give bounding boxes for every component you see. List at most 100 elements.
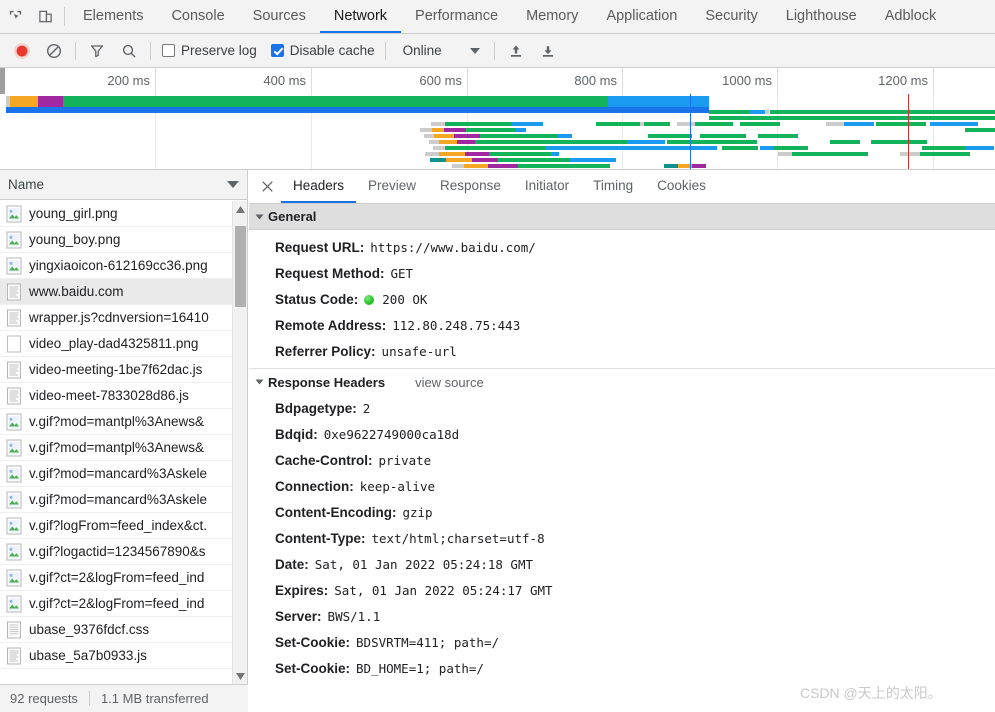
- header-row: Content-Type: text/html;charset=utf-8: [249, 525, 995, 551]
- request-row[interactable]: young_boy.png: [0, 227, 247, 253]
- tab-performance[interactable]: Performance: [401, 0, 512, 33]
- request-name-column-header[interactable]: Name: [0, 170, 247, 200]
- tab-console[interactable]: Console: [157, 0, 238, 33]
- waterfall-bar: [445, 122, 511, 126]
- waterfall-bar: [876, 122, 926, 126]
- request-row[interactable]: ubase_5a7b0933.js: [0, 643, 247, 669]
- detail-tab-timing[interactable]: Timing: [581, 170, 645, 203]
- script-icon: [6, 647, 22, 665]
- tab-lighthouse[interactable]: Lighthouse: [772, 0, 871, 33]
- chevron-down-icon[interactable]: [227, 181, 239, 188]
- waterfall-bar: [498, 158, 570, 162]
- ruler-divider: [311, 68, 312, 94]
- scrollbar-thumb[interactable]: [235, 226, 246, 307]
- header-value: GET: [390, 265, 414, 281]
- detail-tab-response[interactable]: Response: [428, 170, 513, 203]
- tab-network[interactable]: Network: [319, 0, 402, 33]
- chevron-down-icon: [469, 47, 480, 54]
- ruler-tick-label: 800 ms: [574, 73, 617, 88]
- header-row: Request URL: https://www.baidu.com/: [249, 234, 995, 260]
- close-icon[interactable]: [253, 170, 281, 203]
- header-row: Request Method: GET: [249, 260, 995, 286]
- request-row[interactable]: ubase_9376fdcf.css: [0, 617, 247, 643]
- scroll-up-arrow[interactable]: [233, 201, 247, 217]
- tab-sources[interactable]: Sources: [239, 0, 320, 33]
- image-icon: [6, 257, 22, 275]
- preserve-log-checkbox[interactable]: Preserve log: [162, 43, 257, 58]
- waterfall-bar: [454, 134, 480, 138]
- waterfall-bar: [452, 164, 464, 168]
- request-row[interactable]: v.gif?mod=mantpl%3Anews&: [0, 435, 247, 461]
- waterfall-bar: [749, 110, 765, 114]
- request-row[interactable]: www.baidu.com: [0, 279, 247, 305]
- tab-security[interactable]: Security: [691, 0, 771, 33]
- image-icon: [6, 569, 22, 587]
- ruler-divider: [622, 68, 623, 94]
- request-name: video-meet-7833028d86.js: [29, 388, 189, 403]
- record-icon[interactable]: [6, 38, 38, 64]
- response-headers-section-header[interactable]: Response Headers view source: [249, 369, 995, 395]
- request-list-scrollbar[interactable]: [232, 201, 247, 684]
- request-row[interactable]: v.gif?mod=mancard%3Askele: [0, 487, 247, 513]
- waterfall-bar: [489, 152, 551, 156]
- detail-tab-initiator[interactable]: Initiator: [513, 170, 581, 203]
- preserve-log-box[interactable]: [162, 44, 175, 57]
- waterfall-bar: [740, 122, 780, 126]
- throttling-dropdown[interactable]: Online: [403, 43, 480, 58]
- request-row[interactable]: v.gif?logFrom=feed_index&ct.: [0, 513, 247, 539]
- clear-icon[interactable]: [38, 38, 70, 64]
- view-source-link[interactable]: view source: [415, 375, 484, 390]
- status-ok-dot: [364, 294, 375, 305]
- request-row[interactable]: video-meeting-1be7f62dac.js: [0, 357, 247, 383]
- network-toolbar: Preserve log Disable cache Online: [0, 34, 995, 68]
- detail-tab-preview[interactable]: Preview: [356, 170, 428, 203]
- header-value: 112.80.248.75:443: [392, 317, 521, 333]
- export-har-icon[interactable]: [532, 38, 564, 64]
- request-row[interactable]: v.gif?logactid=1234567890&s: [0, 539, 247, 565]
- request-row[interactable]: v.gif?mod=mancard%3Askele: [0, 461, 247, 487]
- disable-cache-box[interactable]: [270, 44, 284, 57]
- request-row[interactable]: yingxiaoicon-612169cc36.png: [0, 253, 247, 279]
- header-row: Referrer Policy: unsafe-url: [249, 338, 995, 364]
- waterfall-bar: [472, 158, 498, 162]
- filter-icon[interactable]: [81, 38, 113, 64]
- detail-tab-headers[interactable]: Headers: [281, 170, 357, 203]
- image-icon: [6, 543, 22, 561]
- detail-tab-cookies[interactable]: Cookies: [645, 170, 718, 203]
- tab-memory[interactable]: Memory: [512, 0, 592, 33]
- request-rows[interactable]: young_girl.png young_boy.png yingxiaoicon-…: [0, 201, 247, 684]
- request-row[interactable]: young_girl.png: [0, 201, 247, 227]
- waterfall-bar: [700, 134, 746, 138]
- search-icon[interactable]: [113, 38, 145, 64]
- general-section-header[interactable]: General: [249, 204, 995, 230]
- tab-application[interactable]: Application: [592, 0, 691, 33]
- request-row[interactable]: v.gif?ct=2&logFrom=feed_ind: [0, 591, 247, 617]
- waterfall-bar: [826, 122, 844, 126]
- toolbar-divider-4: [493, 41, 495, 60]
- waterfall-bar: [465, 152, 489, 156]
- request-row[interactable]: video-meet-7833028d86.js: [0, 383, 247, 409]
- general-rows: Request URL: https://www.baidu.com/Reques…: [249, 230, 995, 364]
- scroll-down-arrow[interactable]: [233, 668, 247, 684]
- waterfall-bar: [648, 134, 692, 138]
- request-row[interactable]: video_play-dad4325811.png: [0, 331, 247, 357]
- inspect-element-icon[interactable]: [0, 0, 30, 33]
- waterfall-bar: [424, 134, 434, 138]
- request-row[interactable]: wrapper.js?cdnversion=16410: [0, 305, 247, 331]
- network-overview[interactable]: 200 ms 400 ms 600 ms 800 ms 1000 ms 1200 ms: [0, 68, 995, 170]
- device-toolbar-icon[interactable]: [30, 0, 60, 33]
- waterfall-bar: [792, 152, 828, 156]
- disable-cache-checkbox[interactable]: Disable cache: [270, 43, 375, 58]
- header-key: Remote Address:: [275, 317, 387, 333]
- waterfall-bar: [965, 128, 995, 132]
- header-value: unsafe-url: [381, 343, 457, 359]
- tab-elements[interactable]: Elements: [69, 0, 157, 33]
- import-har-icon[interactable]: [500, 38, 532, 64]
- waterfall-bar: [667, 140, 757, 144]
- request-row[interactable]: v.gif?mod=mantpl%3Anews&: [0, 409, 247, 435]
- request-row[interactable]: v.gif?ct=2&logFrom=feed_ind: [0, 565, 247, 591]
- header-row: Set-Cookie: BD_HOME=1; path=/: [249, 655, 995, 681]
- tab-adblock[interactable]: Adblock: [871, 0, 951, 33]
- stylesheet-icon: [6, 621, 22, 639]
- toolbar-divider-3: [384, 41, 386, 60]
